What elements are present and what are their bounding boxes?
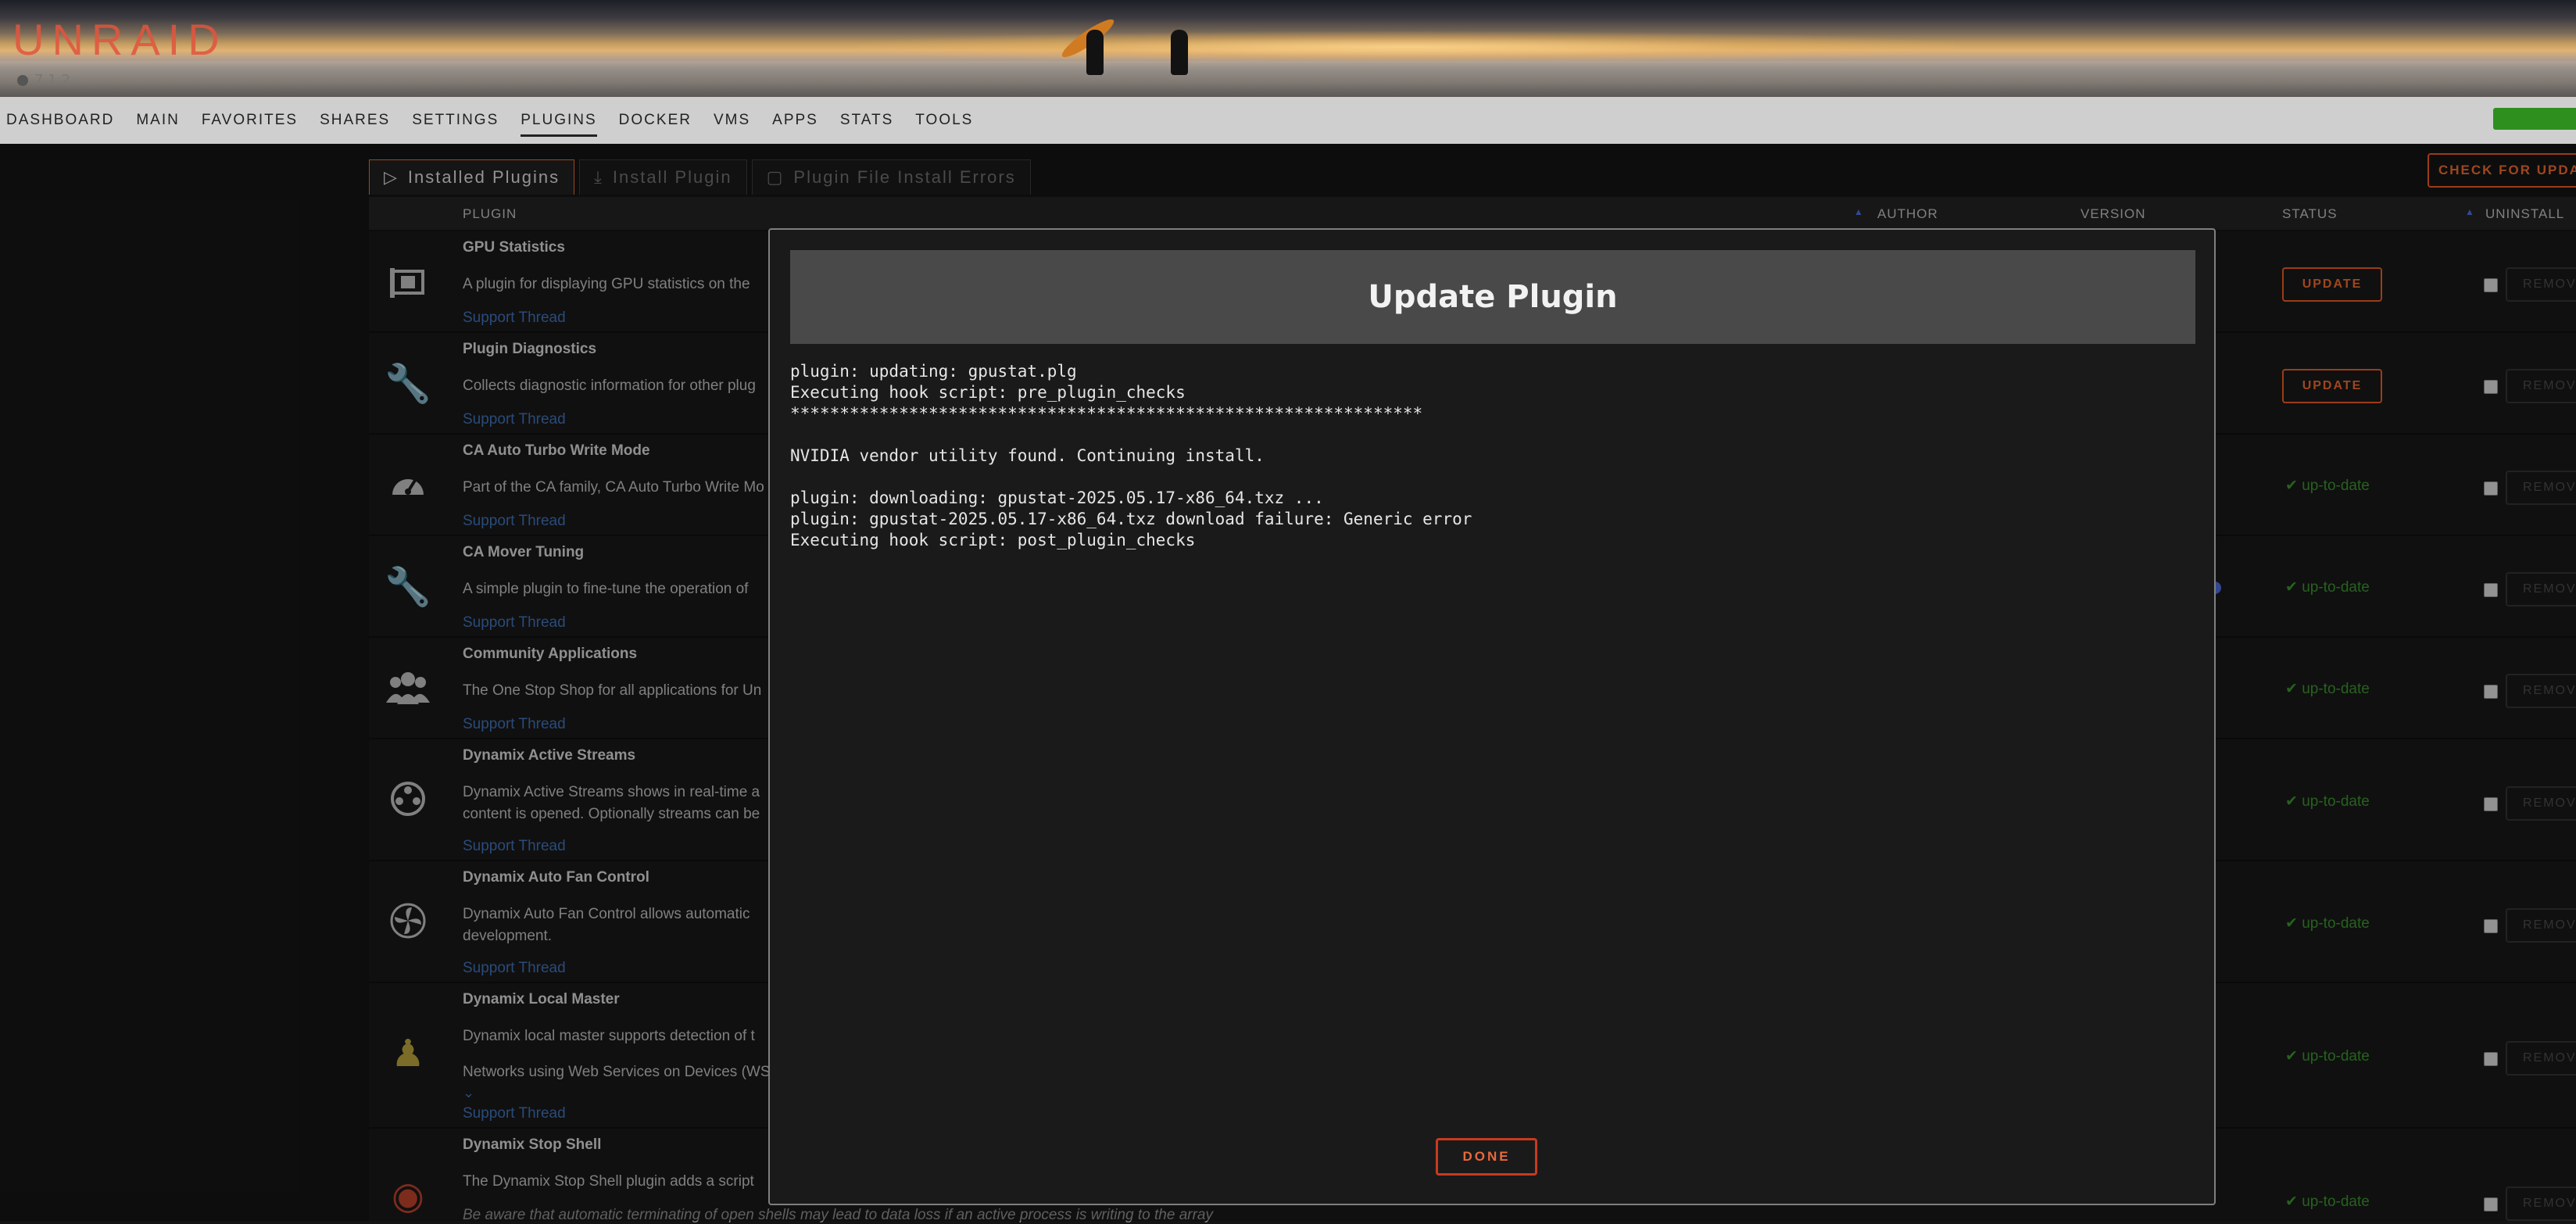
log-line: plugin: downloading: gpustat-2025.05.17-… xyxy=(790,489,1324,507)
done-button[interactable]: DONE xyxy=(1436,1138,1537,1176)
log-line: ​ xyxy=(790,467,2189,488)
log-line: ​ xyxy=(790,424,2189,446)
update-plugin-dialog: Update Plugin plugin: updating: gpustat.… xyxy=(768,228,2216,1205)
nav-plugins[interactable]: PLUGINS xyxy=(521,109,598,137)
array-usage-bar[interactable] xyxy=(2493,108,2576,130)
log-line: NVIDIA vendor utility found. Continuing … xyxy=(790,446,1265,465)
nav-settings[interactable]: SETTINGS xyxy=(412,109,499,132)
main-nav: DASHBOARD MAIN FAVORITES SHARES SETTINGS… xyxy=(0,97,2576,144)
surfer-image xyxy=(1171,30,1188,75)
log-line: plugin: updating: gpustat.plg xyxy=(790,362,1077,381)
unraid-logo[interactable]: UNRAID xyxy=(13,14,227,65)
header-banner: UNRAID 7.1.2 xyxy=(0,0,2576,97)
nav-tools[interactable]: TOOLS xyxy=(915,109,973,132)
nav-apps[interactable]: APPS xyxy=(772,109,818,132)
log-line: ****************************************… xyxy=(790,404,1423,423)
nav-stats[interactable]: STATS xyxy=(840,109,893,132)
dialog-title: Update Plugin xyxy=(790,250,2195,344)
nav-favorites[interactable]: FAVORITES xyxy=(202,109,298,132)
nav-shares[interactable]: SHARES xyxy=(320,109,390,132)
log-line: Executing hook script: post_plugin_check… xyxy=(790,531,1196,549)
nav-vms[interactable]: VMS xyxy=(714,109,750,132)
nav-dashboard[interactable]: DASHBOARD xyxy=(6,109,114,132)
log-line: plugin: gpustat-2025.05.17-x86_64.txz do… xyxy=(790,510,1472,528)
nav-main[interactable]: MAIN xyxy=(136,109,180,132)
update-log: plugin: updating: gpustat.plg Executing h… xyxy=(790,361,2189,986)
version-label: 7.1.2 xyxy=(17,72,70,88)
surfer-image xyxy=(1086,30,1104,75)
nav-docker[interactable]: DOCKER xyxy=(619,109,692,132)
log-line: Executing hook script: pre_plugin_checks xyxy=(790,383,1186,402)
info-icon xyxy=(17,74,28,86)
